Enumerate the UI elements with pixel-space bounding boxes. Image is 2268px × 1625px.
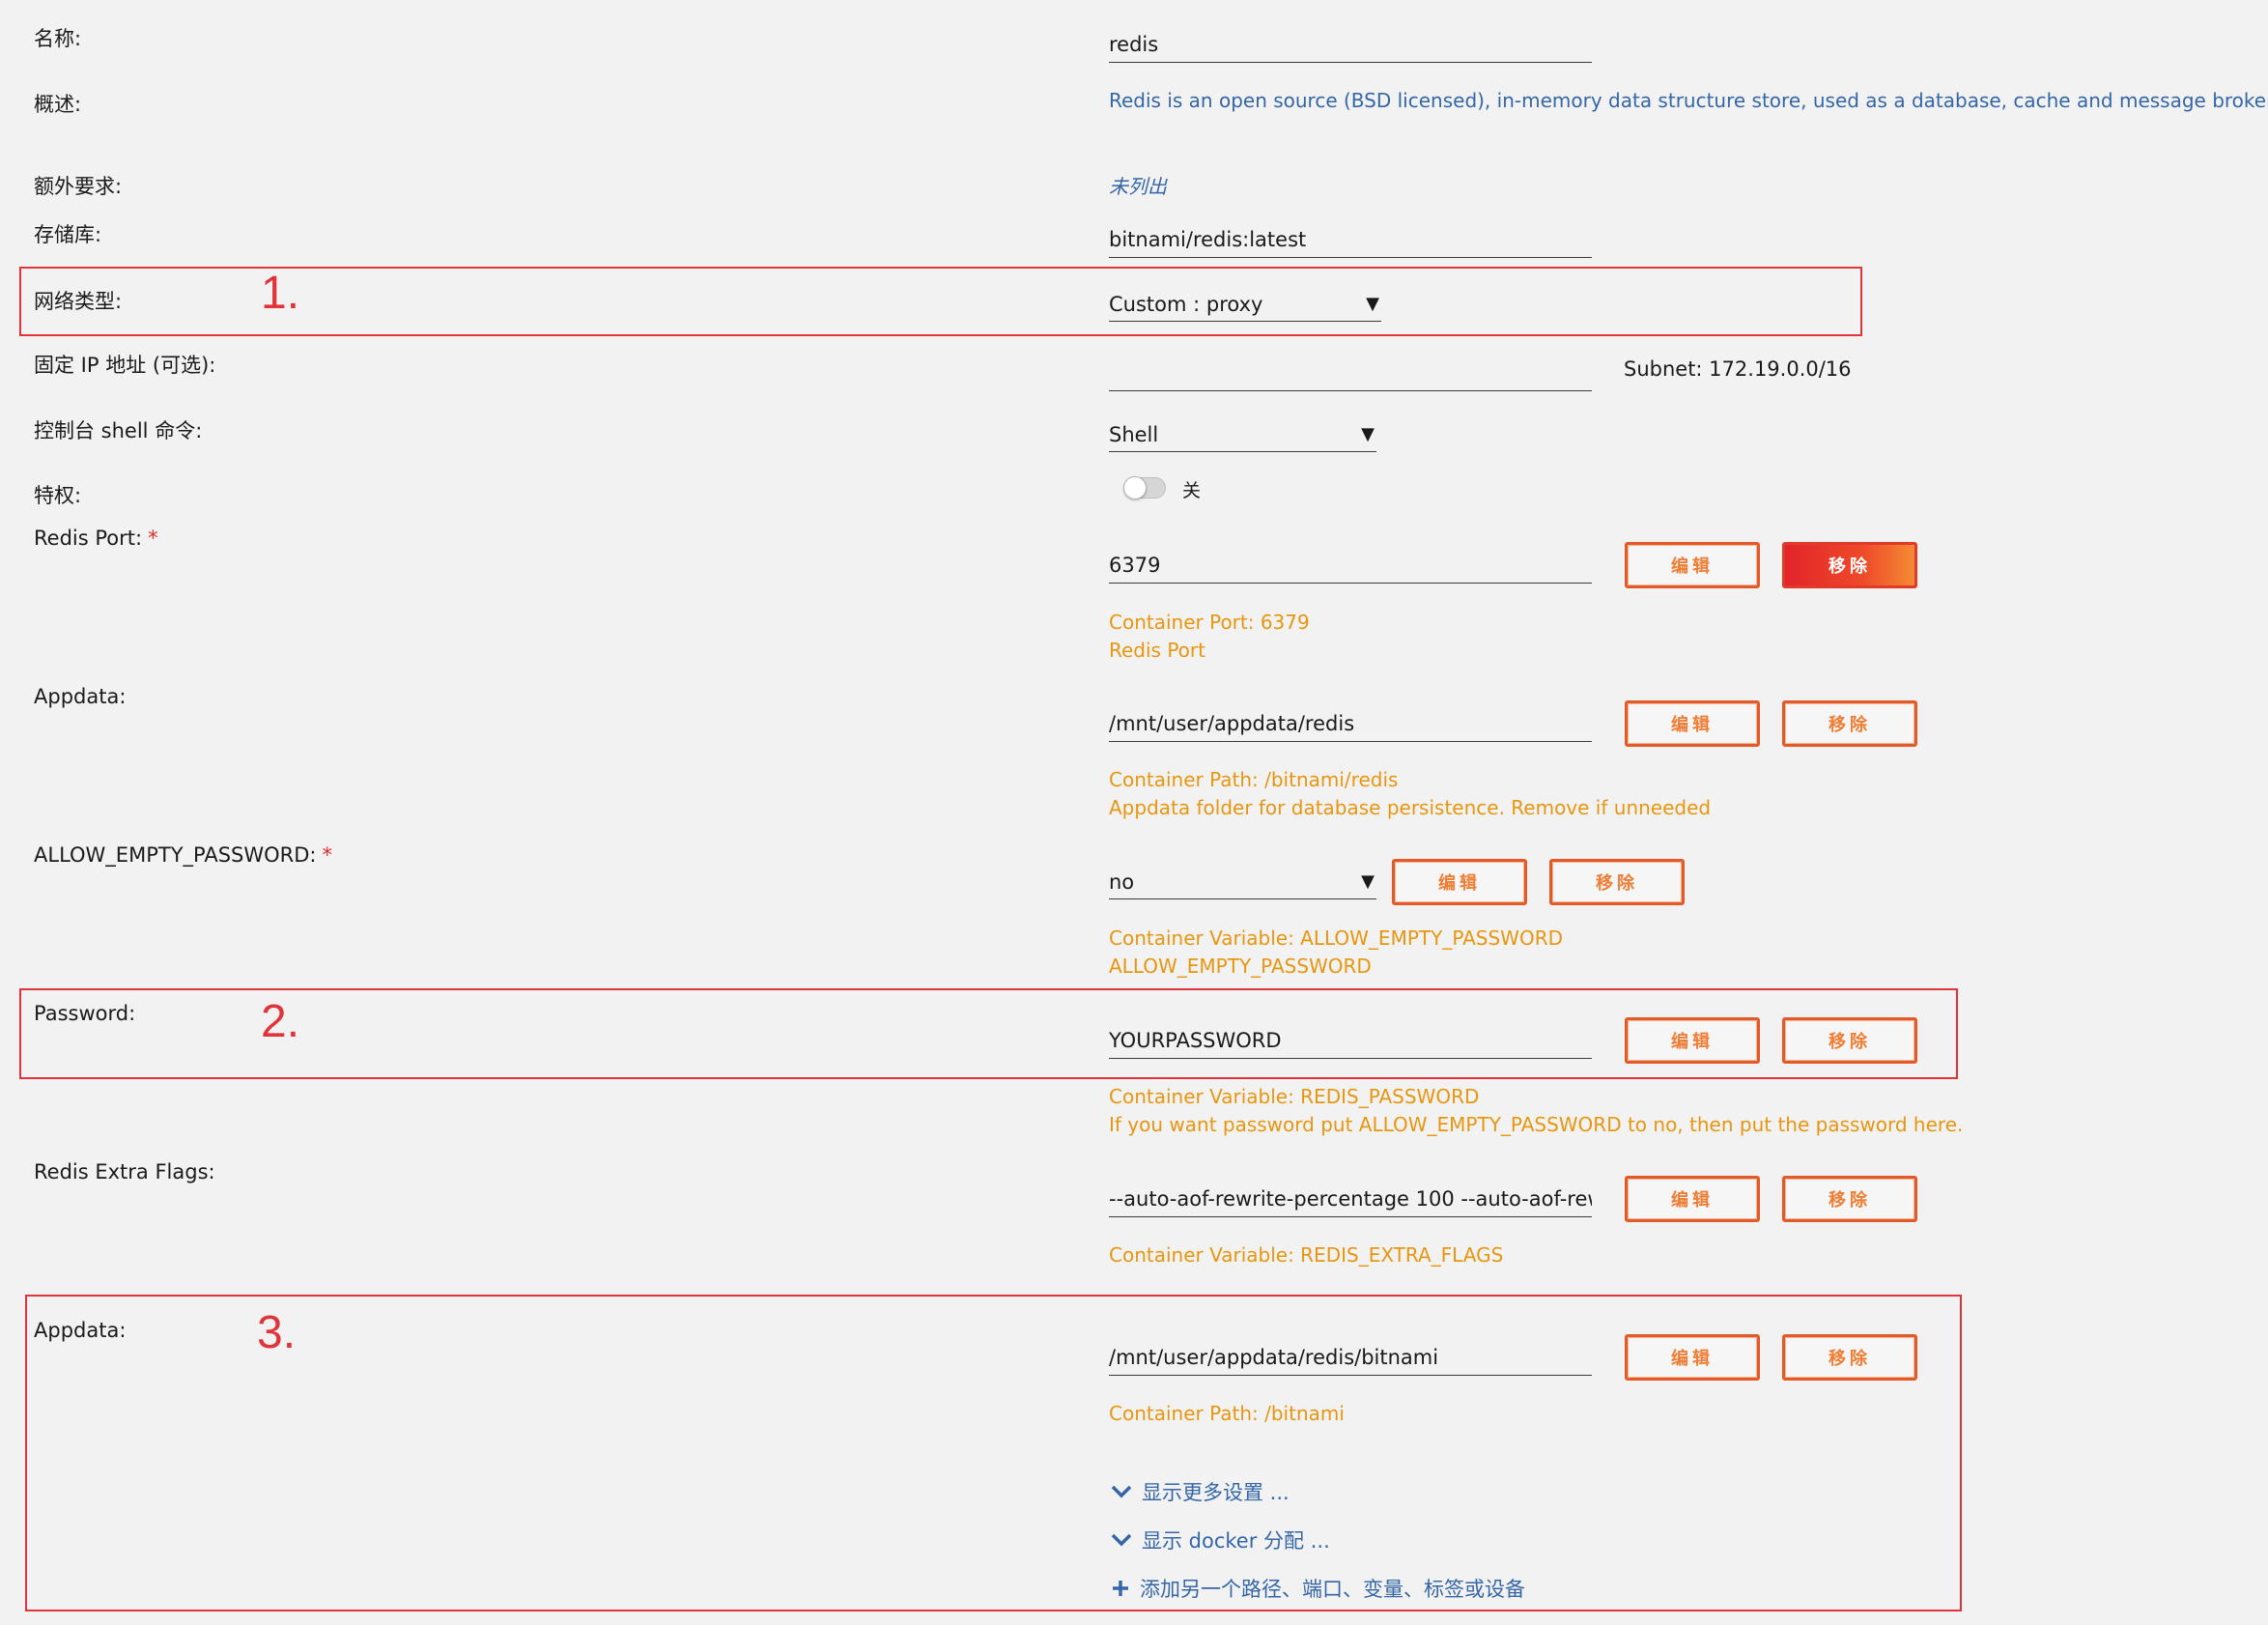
show-more-settings-link[interactable]: 显示更多设置 ... — [1111, 1477, 1290, 1506]
show-docker-allocation-link[interactable]: 显示 docker 分配 ... — [1111, 1525, 1330, 1554]
redis-port-input[interactable]: 6379 — [1109, 548, 1592, 584]
password-hint-1: Container Variable: REDIS_PASSWORD — [1109, 1085, 1480, 1108]
redis-port-hint-2: Redis Port — [1109, 639, 1205, 662]
allow-empty-password-remove-button[interactable]: 移除 — [1549, 859, 1685, 905]
redis-port-label-text: Redis Port: — [34, 527, 143, 550]
add-another-link[interactable]: 添加另一个路径、端口、变量、标签或设备 — [1111, 1574, 1525, 1603]
appdata2-remove-button[interactable]: 移除 — [1782, 1334, 1917, 1381]
redis-port-label: Redis Port: * — [34, 527, 158, 550]
appdata2-hint-1: Container Path: /bitnami — [1109, 1402, 1345, 1425]
password-label: Password: — [34, 1002, 136, 1025]
chevron-down-icon — [1111, 1485, 1132, 1498]
annotation-marker-2: 2. — [261, 996, 300, 1047]
allow-empty-password-hint-2: ALLOW_EMPTY_PASSWORD — [1109, 955, 1372, 978]
redis-port-edit-button[interactable]: 编辑 — [1625, 542, 1760, 588]
fixed-ip-label: 固定 IP 地址 (可选): — [34, 354, 216, 377]
privileged-toggle-knob[interactable] — [1123, 476, 1147, 499]
repository-label: 存储库: — [34, 223, 102, 246]
subnet-text: Subnet: 172.19.0.0/16 — [1624, 357, 1852, 381]
appdata2-edit-button[interactable]: 编辑 — [1625, 1334, 1760, 1381]
show-more-settings-text: 显示更多设置 ... — [1142, 1481, 1290, 1504]
allow-empty-password-edit-button[interactable]: 编辑 — [1392, 859, 1527, 905]
fixed-ip-input[interactable] — [1109, 356, 1592, 391]
overview-text: Redis is an open source (BSD licensed), … — [1109, 89, 2268, 112]
annotation-marker-1: 1. — [261, 268, 300, 319]
extra-requirements-label: 额外要求: — [34, 175, 123, 198]
appdata-hint-1: Container Path: /bitnami/redis — [1109, 768, 1399, 791]
extra-flags-edit-button[interactable]: 编辑 — [1625, 1176, 1760, 1222]
dropdown-arrow-icon: ▼ — [1361, 424, 1375, 444]
network-type-value: Custom : proxy — [1109, 293, 1263, 316]
console-shell-label: 控制台 shell 命令: — [34, 419, 203, 442]
privileged-label: 特权: — [34, 484, 82, 507]
password-hint-2: If you want password put ALLOW_EMPTY_PAS… — [1109, 1113, 1964, 1136]
password-edit-button[interactable]: 编辑 — [1625, 1017, 1760, 1064]
appdata-hint-2: Appdata folder for database persistence.… — [1109, 796, 1712, 819]
console-shell-select[interactable]: Shell ▼ — [1109, 417, 1376, 452]
allow-empty-password-value: no — [1109, 870, 1135, 894]
redis-port-remove-button[interactable]: 移除 — [1782, 542, 1917, 588]
overview-label: 概述: — [34, 93, 82, 116]
allow-empty-password-label-text: ALLOW_EMPTY_PASSWORD: — [34, 843, 317, 867]
chevron-down-icon — [1111, 1533, 1132, 1547]
appdata-input[interactable]: /mnt/user/appdata/redis — [1109, 706, 1592, 742]
privileged-state-label: 关 — [1182, 480, 1202, 501]
network-type-select[interactable]: Custom : proxy ▼ — [1109, 287, 1381, 322]
repository-input[interactable]: bitnami/redis:latest — [1109, 222, 1592, 258]
allow-empty-password-label: ALLOW_EMPTY_PASSWORD: * — [34, 843, 332, 867]
appdata2-label: Appdata: — [34, 1319, 127, 1342]
extra-requirements-value: 未列出 — [1109, 175, 1167, 198]
password-input[interactable]: YOURPASSWORD — [1109, 1023, 1592, 1059]
appdata-label: Appdata: — [34, 685, 127, 708]
show-docker-allocation-text: 显示 docker 分配 ... — [1142, 1529, 1330, 1553]
required-marker: * — [322, 843, 333, 867]
annotation-marker-3: 3. — [257, 1307, 297, 1358]
add-another-text: 添加另一个路径、端口、变量、标签或设备 — [1140, 1578, 1525, 1601]
extra-flags-remove-button[interactable]: 移除 — [1782, 1176, 1917, 1222]
plus-icon — [1113, 1581, 1128, 1596]
redis-port-hint-1: Container Port: 6379 — [1109, 611, 1310, 634]
appdata-remove-button[interactable]: 移除 — [1782, 700, 1917, 747]
appdata2-input[interactable]: /mnt/user/appdata/redis/bitnami — [1109, 1340, 1592, 1376]
console-shell-value: Shell — [1109, 423, 1159, 446]
name-label: 名称: — [34, 27, 82, 50]
appdata-edit-button[interactable]: 编辑 — [1625, 700, 1760, 747]
dropdown-arrow-icon: ▼ — [1366, 294, 1379, 314]
extra-flags-label: Redis Extra Flags: — [34, 1160, 215, 1183]
required-marker: * — [148, 527, 158, 550]
allow-empty-password-hint-1: Container Variable: ALLOW_EMPTY_PASSWORD — [1109, 927, 1563, 950]
allow-empty-password-select[interactable]: no ▼ — [1109, 865, 1376, 899]
network-type-label: 网络类型: — [34, 290, 123, 313]
extra-flags-input[interactable]: --auto-aof-rewrite-percentage 100 --auto… — [1109, 1182, 1592, 1217]
password-remove-button[interactable]: 移除 — [1782, 1017, 1917, 1064]
dropdown-arrow-icon: ▼ — [1361, 871, 1375, 892]
name-input[interactable]: redis — [1109, 27, 1592, 63]
extra-flags-hint-1: Container Variable: REDIS_EXTRA_FLAGS — [1109, 1243, 1504, 1267]
